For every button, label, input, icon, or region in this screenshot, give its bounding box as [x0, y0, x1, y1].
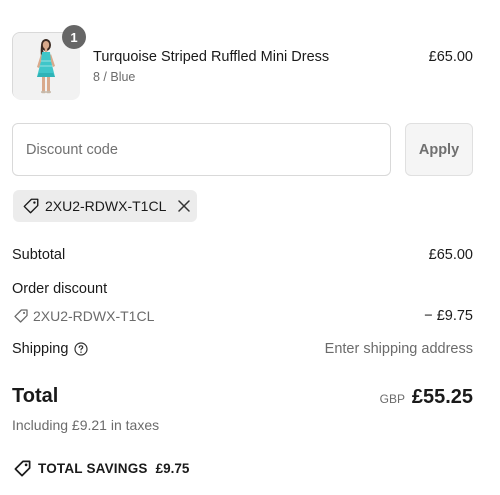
product-variant: 8 / Blue [93, 70, 136, 84]
order-discount-code: 2XU2-RDWX-T1CL [33, 308, 155, 324]
help-question-icon[interactable] [74, 342, 89, 356]
order-discount-code-row: 2XU2-RDWX-T1CL [12, 307, 154, 325]
total-savings-row: TOTAL SAVINGS £9.75 [12, 458, 189, 478]
tag-icon [12, 307, 30, 325]
shipping-row-label: Shipping [12, 341, 89, 357]
shipping-label: Shipping [12, 341, 69, 357]
quantity-badge: 1 [62, 25, 86, 49]
order-discount-value: − £9.75 [424, 308, 473, 324]
shipping-value: Enter shipping address [324, 341, 473, 357]
total-savings-value: £9.75 [155, 460, 190, 476]
tag-icon [21, 196, 41, 216]
taxes-note: Including £9.21 in taxes [12, 417, 160, 433]
tag-icon [12, 458, 32, 478]
total-amount: £55.25 [411, 386, 473, 408]
applied-discount-chip: 2XU2-RDWX-T1CL [13, 190, 197, 222]
total-savings-label: TOTAL SAVINGS [38, 460, 148, 476]
subtotal-label: Subtotal [12, 247, 66, 263]
remove-discount-close-icon[interactable] [176, 198, 192, 214]
product-name: Turquoise Striped Ruffled Mini Dress [93, 49, 330, 65]
product-price: £65.00 [428, 49, 473, 65]
apply-button[interactable]: Apply [405, 123, 473, 176]
subtotal-value: £65.00 [428, 247, 473, 263]
discount-code-input[interactable] [12, 123, 391, 176]
order-discount-label: Order discount [12, 281, 108, 297]
applied-code-label: 2XU2-RDWX-T1CL [45, 198, 167, 214]
total-label: Total [12, 385, 59, 407]
currency-code: GBP [379, 392, 405, 406]
